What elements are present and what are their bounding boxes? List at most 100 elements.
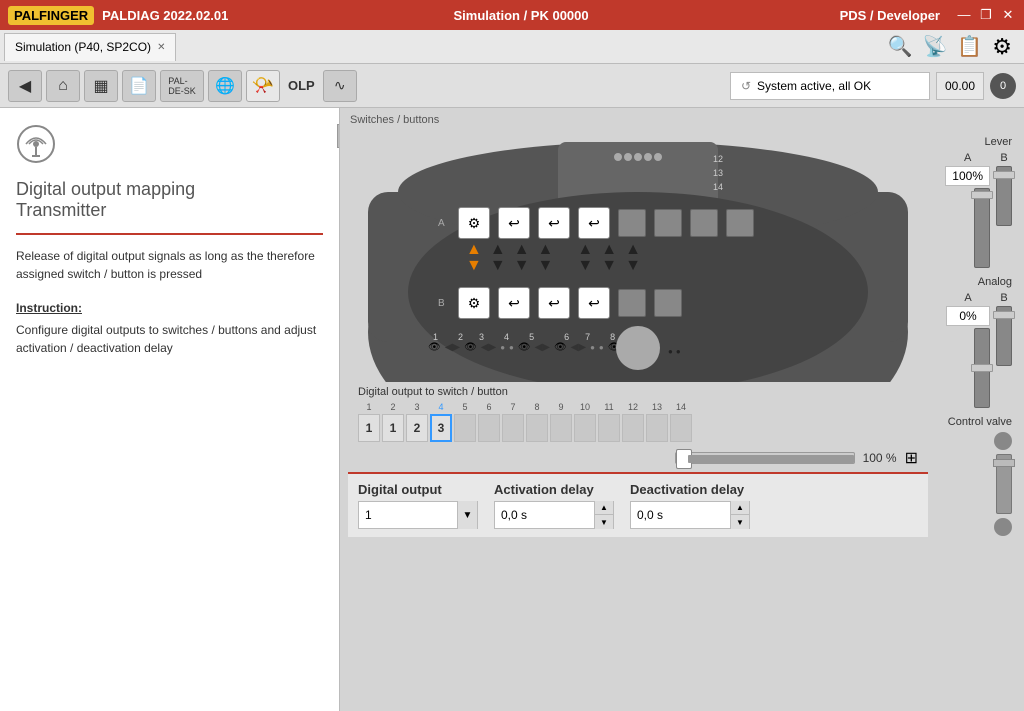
analog-b: B — [996, 292, 1012, 408]
digital-output-dropdown-arrow[interactable]: ▼ — [457, 501, 477, 529]
btn-b6[interactable] — [654, 289, 682, 317]
mapping-label: Digital output to switch / button — [358, 386, 918, 398]
slider-track[interactable] — [675, 452, 855, 464]
deactivation-delay-down[interactable]: ▼ — [731, 515, 749, 529]
lever-b-label: B — [1000, 152, 1007, 164]
control-valve-ball-b — [994, 518, 1012, 536]
pal-desk-button[interactable]: PAL-DE-SK — [160, 70, 204, 102]
btn-7[interactable] — [690, 209, 718, 237]
map-cell-11[interactable] — [598, 414, 620, 442]
map-cell-12[interactable] — [622, 414, 644, 442]
home-button[interactable]: ⌂ — [46, 70, 80, 102]
btn-2[interactable]: ↩ — [498, 207, 530, 239]
map-cell-1[interactable]: 1 — [358, 414, 380, 442]
dark-arrow-4: ▲ ▼ — [577, 242, 593, 274]
center-joystick[interactable] — [616, 326, 660, 370]
title-sim: Simulation / PK 00000 — [381, 8, 660, 23]
control-valve-track[interactable] — [996, 454, 1012, 514]
lever-a-value: 100% — [945, 166, 990, 186]
btn-1[interactable]: ⚙ — [458, 207, 490, 239]
analog-b-track[interactable] — [996, 306, 1012, 366]
collapse-button[interactable]: ❯ — [337, 124, 340, 148]
activation-delay-down[interactable]: ▼ — [595, 515, 613, 529]
alert-icon[interactable]: 0 — [990, 73, 1016, 99]
btn-b3[interactable]: ↩ — [538, 287, 570, 319]
map-cell-6[interactable] — [478, 414, 500, 442]
settings-icon[interactable]: ⚙ — [992, 34, 1012, 60]
btn-3[interactable]: ↩ — [538, 207, 570, 239]
btn-b4[interactable]: ↩ — [578, 287, 610, 319]
activation-delay-col: Activation delay 0,0 s ▲ ▼ — [494, 482, 614, 529]
close-button[interactable]: ✕ — [1000, 7, 1016, 23]
tab-simulation[interactable]: Simulation (P40, SP2CO) ✕ — [4, 33, 176, 61]
minimize-button[interactable]: — — [956, 7, 972, 23]
analog-a: A 0% — [946, 292, 990, 408]
deactivation-delay-spinbox[interactable]: 0,0 s ▲ ▼ — [630, 501, 750, 529]
right-content: Switches / buttons — [340, 108, 1024, 711]
activation-delay-up[interactable]: ▲ — [595, 501, 613, 515]
eye-icons-row: 👁 ◀▶ 👁 ◀▶ ● ● 👁 ◀▶ 👁 ◀▶ ● ● 👁 — [428, 342, 620, 353]
clipboard-icon[interactable]: 📋 — [957, 34, 982, 60]
search-zoom-icon[interactable]: 🔍 — [888, 34, 913, 60]
btn-b5[interactable] — [618, 289, 646, 317]
map-cell-3[interactable]: 2 — [406, 414, 428, 442]
title-app: PALDIAG 2022.02.01 — [102, 8, 381, 23]
horn-button[interactable]: 📯 — [246, 70, 280, 102]
map-cell-8[interactable] — [526, 414, 548, 442]
globe-button[interactable]: 🌐 — [208, 70, 242, 102]
lever-title: Lever — [940, 136, 1012, 148]
map-cell-5[interactable] — [454, 414, 476, 442]
btn-b2[interactable]: ↩ — [498, 287, 530, 319]
button-row-bottom: B ⚙ ↩ ↩ ↩ — [438, 287, 682, 319]
lever-b-handle[interactable] — [993, 171, 1015, 179]
center-dots: ● ● — [668, 347, 681, 356]
btn-8[interactable] — [726, 209, 754, 237]
map-num-1: 1 — [358, 402, 380, 412]
btn-b1[interactable]: ⚙ — [458, 287, 490, 319]
analog-a-handle[interactable] — [971, 364, 993, 372]
digital-output-col: Digital output 1 ▼ — [358, 482, 478, 529]
monitor-button[interactable]: ▦ — [84, 70, 118, 102]
button-row-top: A ⚙ ↩ ↩ ↩ — [438, 207, 754, 239]
map-num-6: 6 — [478, 402, 500, 412]
deactivation-delay-col: Deactivation delay 0,0 s ▲ ▼ — [630, 482, 750, 529]
switches-label: Switches / buttons — [340, 108, 1024, 128]
save-button[interactable]: 📄 — [122, 70, 156, 102]
tab-close-button[interactable]: ✕ — [157, 42, 165, 53]
activation-delay-value: 0,0 s — [495, 508, 594, 522]
lever-b-track[interactable] — [996, 166, 1012, 226]
analog-b-handle[interactable] — [993, 311, 1015, 319]
map-num-7: 7 — [502, 402, 524, 412]
restore-button[interactable]: ❐ — [978, 7, 994, 23]
map-cell-7[interactable] — [502, 414, 524, 442]
control-valve-handle[interactable] — [993, 459, 1015, 467]
expand-icon[interactable]: ⊞ — [905, 448, 918, 468]
map-cell-14[interactable] — [670, 414, 692, 442]
tab-bar: Simulation (P40, SP2CO) ✕ 🔍 📡 📋 ⚙ — [0, 30, 1024, 64]
digital-output-select[interactable]: 1 ▼ — [358, 501, 478, 529]
lever-ab-row: A 100% B — [940, 152, 1012, 268]
map-cell-9[interactable] — [550, 414, 572, 442]
map-cell-10[interactable] — [574, 414, 596, 442]
slider-area: 100 % ⊞ — [348, 444, 928, 472]
btn-6[interactable] — [654, 209, 682, 237]
digital-output-value: 1 — [359, 508, 457, 522]
slider-percent: 100 % — [863, 451, 897, 465]
deactivation-delay-up[interactable]: ▲ — [731, 501, 749, 515]
btn-5[interactable] — [618, 209, 646, 237]
lever-a-handle[interactable] — [971, 191, 993, 199]
map-cell-13[interactable] — [646, 414, 668, 442]
back-button[interactable]: ◀ — [8, 70, 42, 102]
map-num-2: 2 — [382, 402, 404, 412]
status-bar: ↺ System active, all OK 00.00 0 — [730, 72, 1016, 100]
wifi-icon[interactable]: 📡 — [922, 34, 947, 60]
map-cell-4[interactable]: 3 — [430, 414, 452, 442]
analog-a-track[interactable] — [974, 328, 990, 408]
analog-ab-row: A 0% B — [940, 292, 1012, 408]
panel-description: Release of digital output signals as lon… — [16, 247, 323, 283]
btn-4[interactable]: ↩ — [578, 207, 610, 239]
map-cell-2[interactable]: 1 — [382, 414, 404, 442]
lever-a-track[interactable] — [974, 188, 990, 268]
activation-delay-spinbox[interactable]: 0,0 s ▲ ▼ — [494, 501, 614, 529]
wave-button[interactable]: ∿ — [323, 70, 357, 102]
